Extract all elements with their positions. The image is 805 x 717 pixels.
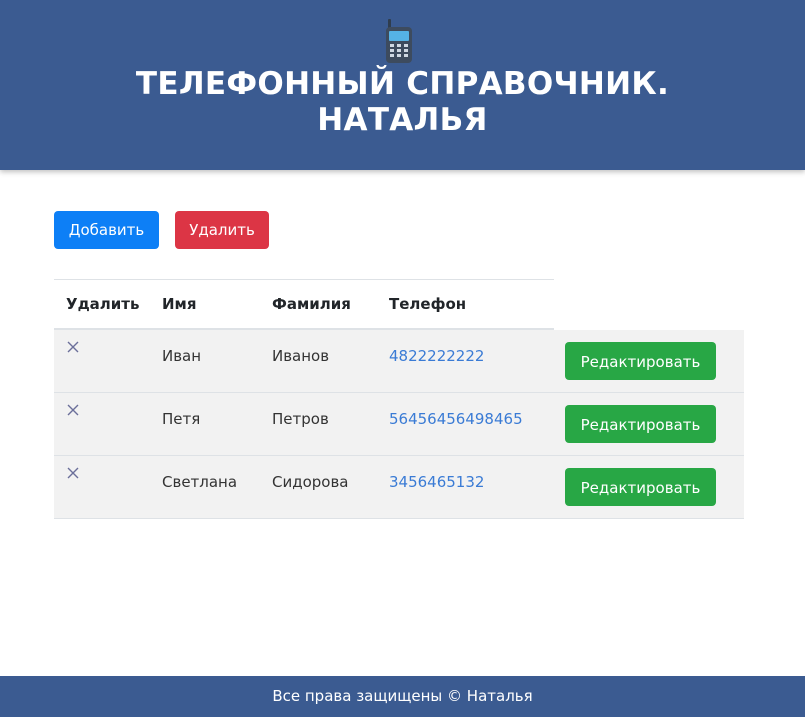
phone-link[interactable]: 4822222222 [389, 347, 484, 365]
mobile-phone-icon [386, 19, 412, 63]
site-header: ТЕЛЕФОННЫЙ СПРАВОЧНИК. НАТАЛЬЯ [0, 0, 805, 170]
first-name-cell: Светлана [162, 473, 238, 491]
site-footer: Все права защищены © Наталья [0, 676, 805, 717]
column-header-surname: Фамилия [272, 295, 351, 313]
close-icon[interactable] [66, 403, 80, 417]
table-row: Петя Петров 56456456498465 Редактировать [54, 393, 744, 456]
last-name-cell: Петров [272, 410, 329, 428]
add-button[interactable]: Добавить [54, 211, 159, 249]
phone-link[interactable]: 3456465132 [389, 473, 484, 491]
edit-button[interactable]: Редактировать [565, 468, 716, 506]
contacts-table: Удалить Имя Фамилия Телефон Иван Иванов … [54, 279, 744, 519]
edit-button[interactable]: Редактировать [565, 405, 716, 443]
table-header: Удалить Имя Фамилия Телефон [54, 279, 554, 330]
first-name-cell: Иван [162, 347, 202, 365]
close-icon[interactable] [66, 466, 80, 480]
table-row: Иван Иванов 4822222222 Редактировать [54, 330, 744, 393]
last-name-cell: Иванов [272, 347, 330, 365]
page-title-line-2: НАТАЛЬЯ [317, 102, 488, 138]
footer-copyright: Все права защищены © Наталья [272, 687, 533, 705]
page: ТЕЛЕФОННЫЙ СПРАВОЧНИК. НАТАЛЬЯ Добавить … [0, 0, 805, 717]
table-row: Светлана Сидорова 3456465132 Редактирова… [54, 456, 744, 519]
column-header-name: Имя [162, 295, 197, 313]
page-title-line-1: ТЕЛЕФОННЫЙ СПРАВОЧНИК. [135, 66, 670, 102]
delete-button[interactable]: Удалить [175, 211, 269, 249]
last-name-cell: Сидорова [272, 473, 349, 491]
column-header-phone: Телефон [389, 295, 467, 313]
close-icon[interactable] [66, 340, 80, 354]
page-title: ТЕЛЕФОННЫЙ СПРАВОЧНИК. НАТАЛЬЯ [0, 66, 805, 138]
phone-link[interactable]: 56456456498465 [389, 410, 523, 428]
first-name-cell: Петя [162, 410, 201, 428]
column-header-delete: Удалить [66, 295, 140, 313]
edit-button[interactable]: Редактировать [565, 342, 716, 380]
